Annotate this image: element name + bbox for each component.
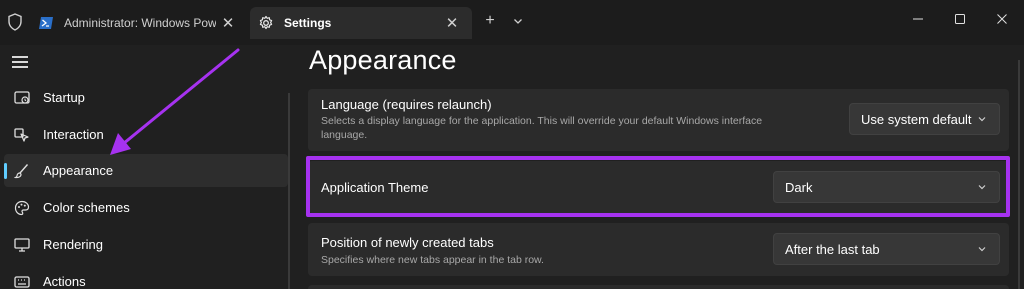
setting-title: Position of newly created tabs: [321, 235, 494, 250]
setting-description: Selects a display language for the appli…: [321, 115, 763, 141]
sidebar-scrollbar[interactable]: [288, 93, 290, 289]
tab-settings[interactable]: Settings ✕: [250, 7, 472, 39]
tab-dropdown-button[interactable]: [506, 9, 530, 33]
gear-icon: [258, 15, 274, 31]
setting-card-tab-position: Position of newly created tabs Specifies…: [308, 223, 1009, 276]
hamburger-menu-icon[interactable]: [12, 56, 28, 68]
keyboard-icon: [13, 273, 31, 289]
palette-icon: [13, 199, 31, 217]
minimize-button[interactable]: [895, 4, 941, 34]
minimize-icon: [913, 18, 923, 20]
sidebar-item-label: Rendering: [43, 237, 103, 252]
sidebar-item-rendering[interactable]: Rendering: [4, 228, 288, 261]
startup-icon: [13, 89, 31, 107]
title-bar: Administrator: Windows Power ✕ Settings …: [0, 0, 1024, 45]
powershell-icon: [38, 15, 54, 31]
monitor-icon: [13, 236, 31, 254]
setting-card-partial: [308, 285, 1009, 289]
active-indicator: [4, 163, 7, 179]
sidebar-item-actions[interactable]: Actions: [4, 265, 288, 289]
sidebar-item-interaction[interactable]: Interaction: [4, 118, 288, 151]
sidebar: Startup Interaction Appearance Color sch…: [0, 45, 296, 289]
tab-position-dropdown[interactable]: After the last tab: [773, 233, 1000, 265]
dropdown-value: Use system default: [861, 111, 972, 127]
tab-powershell-label: Administrator: Windows Power: [64, 16, 216, 30]
page-title: Appearance: [309, 45, 457, 75]
sidebar-item-label: Startup: [43, 90, 85, 105]
dropdown-value: After the last tab: [785, 241, 880, 257]
main-scrollbar[interactable]: [1018, 60, 1020, 289]
tab-powershell[interactable]: Administrator: Windows Power ✕: [30, 7, 248, 39]
sidebar-item-color-schemes[interactable]: Color schemes: [4, 191, 288, 224]
brush-icon: [13, 162, 31, 180]
setting-title: Language (requires relaunch): [321, 97, 492, 112]
setting-card-language: Language (requires relaunch) Selects a d…: [308, 89, 1009, 151]
tab-settings-label: Settings: [284, 16, 332, 30]
new-tab-button[interactable]: +: [478, 9, 502, 33]
sidebar-item-label: Appearance: [43, 163, 114, 178]
chevron-down-icon: [978, 247, 986, 252]
shield-icon: [8, 13, 22, 31]
maximize-icon: [955, 14, 965, 24]
sidebar-item-startup[interactable]: Startup: [4, 81, 288, 114]
sidebar-item-appearance[interactable]: Appearance: [4, 154, 288, 187]
sidebar-item-label: Interaction: [43, 127, 104, 142]
close-icon: [997, 14, 1007, 24]
interaction-icon: [13, 126, 31, 144]
close-window-button[interactable]: [979, 4, 1024, 34]
close-icon[interactable]: ✕: [440, 11, 464, 35]
maximize-button[interactable]: [937, 4, 983, 34]
sidebar-item-label: Actions: [43, 274, 86, 289]
language-dropdown[interactable]: Use system default: [849, 103, 1000, 135]
highlight-box: [306, 156, 1010, 217]
close-icon[interactable]: ✕: [216, 11, 240, 35]
sidebar-item-label: Color schemes: [43, 200, 130, 215]
setting-description: Specifies where new tabs appear in the t…: [321, 254, 544, 266]
chevron-down-icon: [978, 117, 986, 122]
chevron-down-icon: [514, 19, 522, 24]
